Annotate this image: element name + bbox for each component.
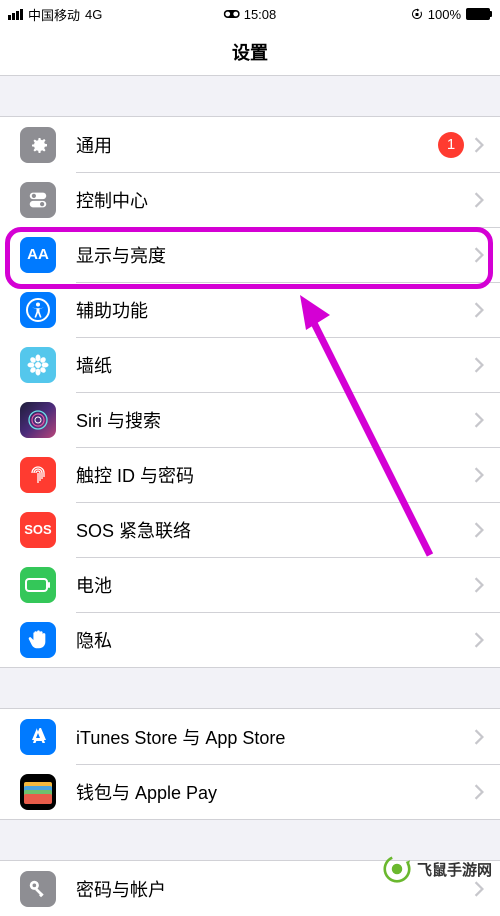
battery-row-icon (20, 567, 56, 603)
battery-pct-label: 100% (428, 7, 461, 22)
chevron-right-icon (474, 412, 484, 428)
settings-group-0: 通用 1 控制中心 AA 显示与亮度 辅助功能 墙纸 Siri 与搜索 (0, 116, 500, 668)
row-label: 钱包与 Apple Pay (76, 779, 474, 805)
group-spacer (0, 76, 500, 116)
network-label: 4G (85, 7, 102, 22)
hotspot-icon (224, 9, 240, 19)
siri-icon (20, 402, 56, 438)
row-label: Siri 与搜索 (76, 407, 474, 433)
group-spacer (0, 668, 500, 708)
row-label: 显示与亮度 (76, 242, 474, 268)
row-label: 通用 (76, 132, 438, 158)
status-bar: 中国移动 4G 15:08 100% (0, 0, 500, 28)
watermark: 飞鼠手游网 (383, 855, 492, 883)
status-center: 15:08 (224, 7, 277, 22)
chevron-right-icon (474, 467, 484, 483)
chevron-right-icon (474, 247, 484, 263)
row-label: SOS 紧急联络 (76, 517, 474, 543)
orientation-lock-icon (411, 8, 423, 20)
chevron-right-icon (474, 137, 484, 153)
row-label: 隐私 (76, 627, 474, 653)
chevron-right-icon (474, 357, 484, 373)
chevron-right-icon (474, 729, 484, 745)
watermark-logo-icon (383, 855, 411, 883)
chevron-right-icon (474, 632, 484, 648)
accessibility-icon (20, 292, 56, 328)
chevron-right-icon (474, 192, 484, 208)
row-wallpaper[interactable]: 墙纸 (0, 337, 500, 392)
chevron-right-icon (474, 302, 484, 318)
page-title: 设置 (232, 39, 268, 65)
group-spacer (0, 820, 500, 860)
row-itunes-appstore[interactable]: iTunes Store 与 App Store (0, 709, 500, 764)
status-right: 100% (411, 7, 492, 22)
appstore-icon (20, 719, 56, 755)
row-accessibility[interactable]: 辅助功能 (0, 282, 500, 337)
row-label: 墙纸 (76, 352, 474, 378)
toggles-icon (20, 182, 56, 218)
row-label: 电池 (76, 572, 474, 598)
row-label: iTunes Store 与 App Store (76, 724, 474, 750)
row-privacy[interactable]: 隐私 (0, 612, 500, 667)
flower-icon (20, 347, 56, 383)
sos-icon: SOS (20, 512, 56, 548)
chevron-right-icon (474, 784, 484, 800)
row-label: 触控 ID 与密码 (76, 462, 474, 488)
row-battery[interactable]: 电池 (0, 557, 500, 612)
row-label: 控制中心 (76, 187, 474, 213)
notification-badge: 1 (438, 132, 464, 158)
row-display-brightness[interactable]: AA 显示与亮度 (0, 227, 500, 282)
chevron-right-icon (474, 522, 484, 538)
hand-icon (20, 622, 56, 658)
watermark-text: 飞鼠手游网 (417, 859, 492, 880)
wallet-icon (20, 774, 56, 810)
settings-group-1: iTunes Store 与 App Store 钱包与 Apple Pay (0, 708, 500, 820)
chevron-right-icon (474, 577, 484, 593)
gear-icon (20, 127, 56, 163)
row-control-center[interactable]: 控制中心 (0, 172, 500, 227)
fingerprint-icon (20, 457, 56, 493)
status-left: 中国移动 4G (8, 5, 102, 24)
carrier-label: 中国移动 (28, 5, 80, 24)
row-touchid-passcode[interactable]: 触控 ID 与密码 (0, 447, 500, 502)
row-wallet-applepay[interactable]: 钱包与 Apple Pay (0, 764, 500, 819)
text-size-icon: AA (20, 237, 56, 273)
row-label: 辅助功能 (76, 297, 474, 323)
row-siri-search[interactable]: Siri 与搜索 (0, 392, 500, 447)
row-general[interactable]: 通用 1 (0, 117, 500, 172)
battery-icon (466, 8, 492, 20)
time-label: 15:08 (244, 7, 277, 22)
nav-header: 设置 (0, 28, 500, 76)
signal-bars-icon (8, 9, 23, 20)
row-sos[interactable]: SOS SOS 紧急联络 (0, 502, 500, 557)
